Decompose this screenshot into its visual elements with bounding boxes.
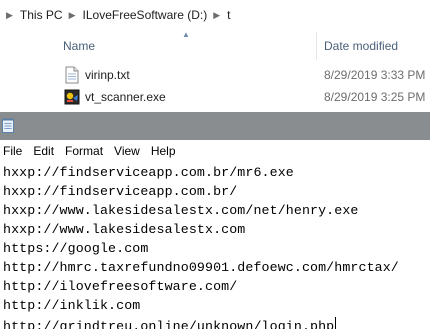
breadcrumb-chevron-icon[interactable]: ▶ [213,10,220,21]
text-line: hxxp://www.lakesidesalestx.com/net/henry… [3,203,359,218]
menu-format[interactable]: Format [61,144,110,158]
column-divider[interactable] [316,32,317,60]
column-header-name[interactable]: Name [63,39,95,53]
breadcrumb-chevron-icon[interactable]: ▶ [69,10,76,21]
text-file-icon [65,66,79,84]
text-line: http://inklik.com [3,298,141,313]
text-line: http://hmrc.taxrefundno09901.defoewc.com… [3,260,399,275]
column-header-date-modified[interactable]: Date modified [324,39,398,53]
text-line: http://grindtreu.online/unknown/login.ph… [3,319,335,329]
text-line: hxxp://www.lakesidesalestx.com [3,222,246,237]
menu-help[interactable]: Help [147,144,183,158]
file-list: ▲ Name Date modified virinp.txt 8/29/201… [0,30,430,112]
sort-ascending-icon: ▲ [182,30,190,39]
breadcrumb-drive[interactable]: ILoveFreeSoftware (D:) [83,8,208,22]
address-breadcrumb: ▶ This PC ▶ ILoveFreeSoftware (D:) ▶ t [0,0,430,30]
notepad-menu-bar: File Edit Format View Help [0,140,430,162]
text-line: hxxp://findserviceapp.com.br/mr6.exe [3,165,294,180]
text-cursor [335,317,337,329]
file-date: 8/29/2019 3:25 PM [324,90,426,104]
file-date: 8/29/2019 3:33 PM [324,68,426,82]
text-line: http://ilovefreesoftware.com/ [3,279,238,294]
notepad-icon[interactable] [2,118,14,133]
column-headers: ▲ Name Date modified [0,30,430,62]
exe-file-icon [64,89,80,105]
notepad-text-area[interactable]: hxxp://findserviceapp.com.br/mr6.exe hxx… [0,162,430,329]
breadcrumb-folder[interactable]: t [227,8,230,22]
menu-file[interactable]: File [0,144,29,158]
text-line: https://google.com [3,241,149,256]
breadcrumb-chevron-icon[interactable]: ▶ [6,10,13,21]
file-name: vt_scanner.exe [85,90,166,104]
file-name: virinp.txt [85,68,130,82]
text-line: hxxp://findserviceapp.com.br/ [3,184,238,199]
text-line-last: http://grindtreu.online/unknown/login.ph… [3,317,337,329]
menu-edit[interactable]: Edit [29,144,61,158]
notepad-title-bar[interactable] [0,112,430,140]
file-row[interactable]: vt_scanner.exe 8/29/2019 3:25 PM [0,86,430,108]
breadcrumb-this-pc[interactable]: This PC [20,8,63,22]
file-row[interactable]: virinp.txt 8/29/2019 3:33 PM [0,64,430,86]
menu-view[interactable]: View [110,144,147,158]
